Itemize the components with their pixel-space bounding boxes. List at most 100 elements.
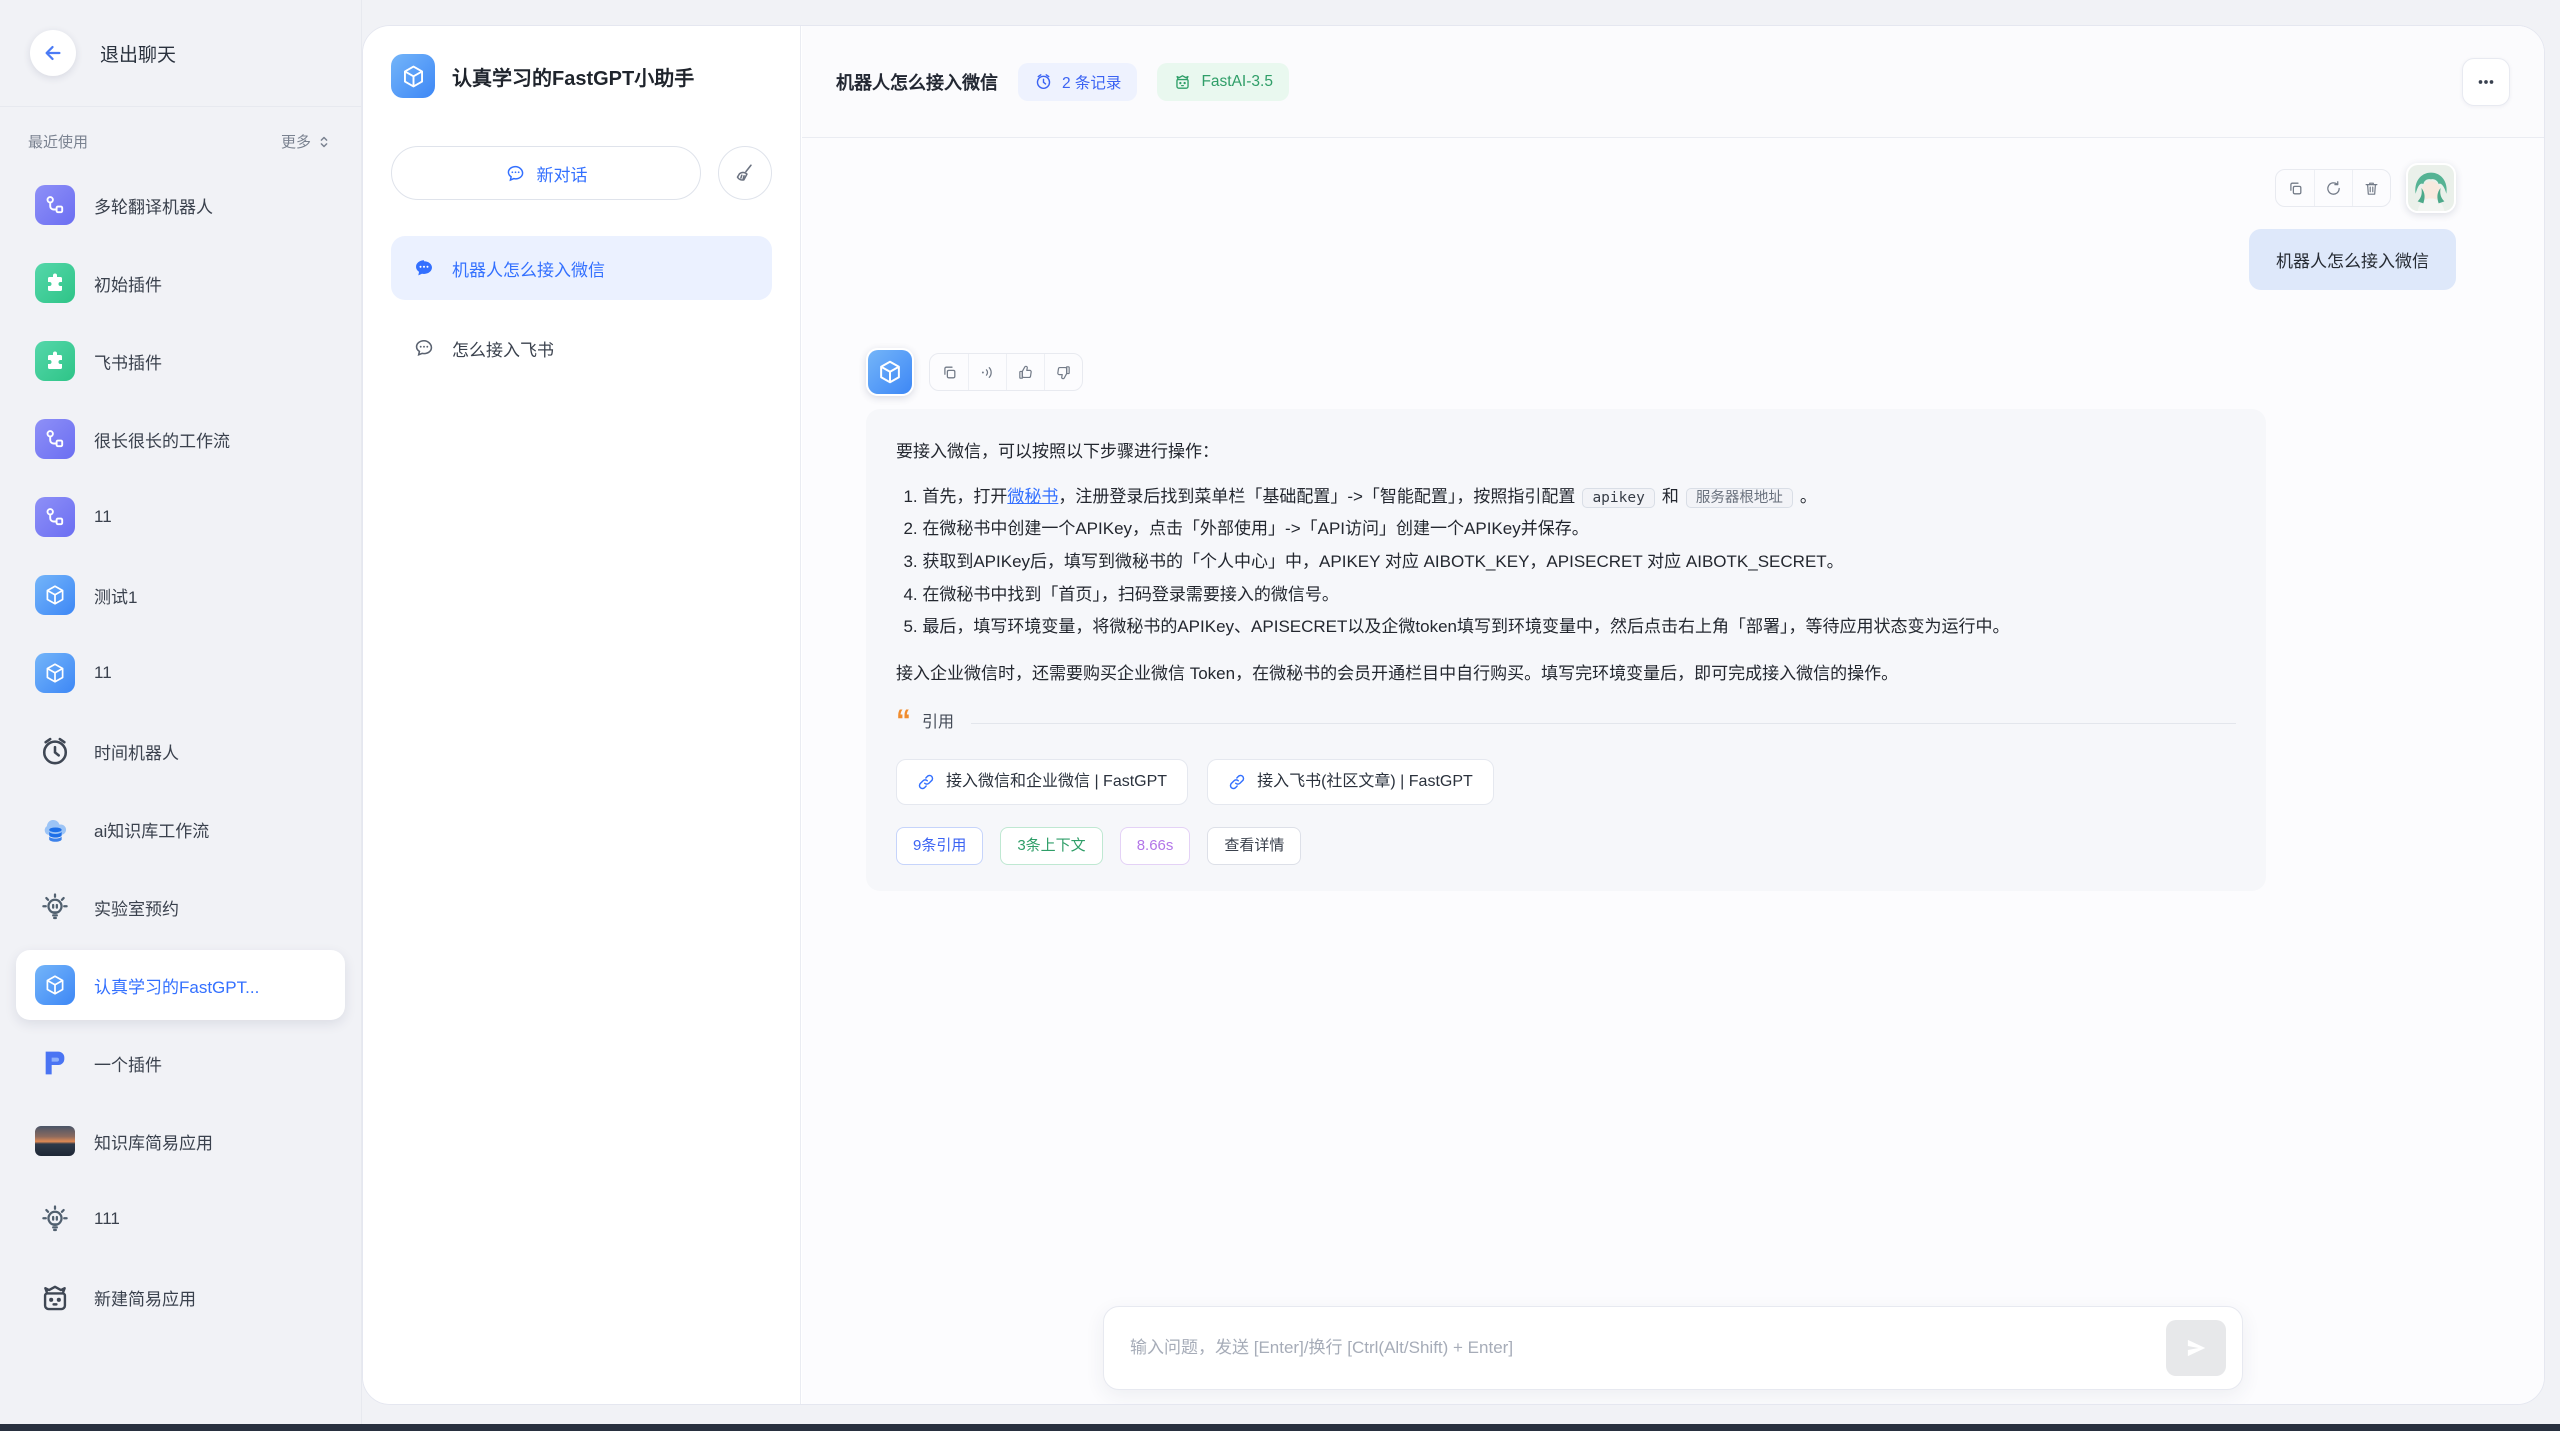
delete-button[interactable] (2352, 170, 2390, 206)
sidebar-item-11a[interactable]: 11 (16, 482, 345, 552)
cube-icon (868, 350, 912, 394)
quote-label: 引用 (922, 708, 954, 739)
dislike-button[interactable] (1044, 354, 1082, 390)
quote-divider (971, 723, 2236, 724)
step-item: 首先，打开微秘书，注册登录后找到菜单栏「基础配置」->「智能配置」，按照指引配置… (922, 481, 2236, 514)
sidebar-item-kb-workflow[interactable]: ai知识库工作流 (16, 794, 345, 864)
quote-header: “ 引用 (896, 708, 2236, 739)
sidebar-item-111[interactable]: 111 (16, 1184, 345, 1254)
clock-icon (1034, 72, 1053, 91)
copy-icon (2287, 180, 2304, 197)
app-logo-cube-icon (391, 54, 435, 98)
sidebar-header: 退出聊天 (0, 0, 361, 107)
back-arrow-icon (42, 42, 64, 64)
sidebar-item-lab-booking[interactable]: 实验室预约 (16, 872, 345, 942)
app-item-label: 11 (94, 507, 112, 527)
cloud-database-icon (35, 809, 75, 849)
history-item-wechat[interactable]: 机器人怎么接入微信 (391, 236, 772, 300)
response-meta-row: 9条引用 3条上下文 8.66s 查看详情 (896, 827, 2236, 865)
sidebar-item-new-simple-app[interactable]: 新建简易应用 (16, 1262, 345, 1332)
retry-button[interactable] (2314, 170, 2352, 206)
clear-history-button[interactable] (718, 146, 772, 200)
citation-link-feishu[interactable]: 接入飞书(社区文章) | FastGPT (1207, 759, 1494, 805)
chat-history-panel: 认真学习的FastGPT小助手 新对话 机器人怎么接入微信 怎么接入飞书 (363, 26, 801, 1404)
app-item-label: 飞书插件 (94, 349, 162, 374)
cube-icon (35, 965, 75, 1005)
recent-apps-list: 多轮翻译机器人 初始插件 飞书插件 很长很长的工作流 11 测试1 11 时间机… (0, 164, 361, 1346)
context-count-badge[interactable]: 3条上下文 (1000, 827, 1102, 865)
assistant-avatar (866, 348, 914, 396)
workflow-icon (35, 497, 75, 537)
app-sidebar: 退出聊天 最近使用 更多 多轮翻译机器人 初始插件 飞书插件 很长很长的工作流 … (0, 0, 362, 1424)
more-button[interactable]: 更多 (281, 131, 333, 152)
paragraph: 接入企业微信时，还需要购买企业微信 Token，在微秘书的会员开通栏目中自行购买… (896, 658, 2236, 691)
exit-chat-label: 退出聊天 (100, 40, 176, 67)
tts-button[interactable] (968, 354, 1006, 390)
wemeet-link[interactable]: 微秘书 (1007, 487, 1058, 506)
sidebar-item-test1[interactable]: 测试1 (16, 560, 345, 630)
copy-button[interactable] (930, 354, 968, 390)
thumbs-up-icon (1017, 364, 1034, 381)
citation-link-wechat[interactable]: 接入微信和企业微信 | FastGPT (896, 759, 1188, 805)
assistant-card: 要接入微信，可以按照以下步骤进行操作： 首先，打开微秘书，注册登录后找到菜单栏「… (866, 409, 2266, 891)
app-item-label: 11 (94, 663, 112, 683)
app-item-label: 初始插件 (94, 271, 162, 296)
intro-text: 要接入微信，可以按照以下步骤进行操作： (896, 436, 2236, 469)
workflow-icon (35, 419, 75, 459)
lightbulb-icon (35, 1199, 75, 1239)
history-item-feishu[interactable]: 怎么接入飞书 (391, 316, 772, 380)
user-message: 机器人怎么接入微信 (866, 153, 2480, 290)
cube-icon (35, 575, 75, 615)
copy-button[interactable] (2276, 170, 2314, 206)
sidebar-item-fastgpt-assistant[interactable]: 认真学习的FastGPT... (16, 950, 345, 1020)
back-button[interactable] (30, 30, 76, 76)
chat-header: 机器人怎么接入微信 2 条记录 FastAI-3.5 (802, 26, 2544, 138)
sidebar-item-kb-simple-app[interactable]: 知识库简易应用 (16, 1106, 345, 1176)
user-message-toolbar (2275, 169, 2391, 207)
sidebar-item-init-plugin[interactable]: 初始插件 (16, 248, 345, 318)
user-avatar (2406, 163, 2456, 213)
steps-list: 首先，打开微秘书，注册登录后找到菜单栏「基础配置」->「智能配置」，按照指引配置… (896, 481, 2236, 644)
step-item: 最后，填写环境变量，将微秘书的APIKey、APISECRET以及企微token… (922, 611, 2236, 644)
more-options-button[interactable] (2462, 58, 2510, 106)
cube-icon (35, 653, 75, 693)
sidebar-item-11b[interactable]: 11 (16, 638, 345, 708)
records-badge: 2 条记录 (1018, 63, 1137, 101)
app-item-label: 111 (94, 1209, 120, 1229)
link-icon (917, 773, 935, 791)
app-title: 认真学习的FastGPT小助手 (452, 62, 694, 91)
chat-messages: 机器人怎么接入微信 要接入微信，可以按照以下步骤进行操作： (802, 139, 2544, 1404)
history-item-label: 机器人怎么接入微信 (452, 256, 605, 281)
photo-thumbnail (35, 1126, 75, 1156)
sidebar-item-long-workflow[interactable]: 很长很长的工作流 (16, 404, 345, 474)
assistant-message-toolbar (929, 353, 1083, 391)
copy-icon (941, 364, 958, 381)
chat-bubble-filled-icon (413, 257, 435, 279)
more-label: 更多 (281, 131, 311, 152)
view-details-button[interactable]: 查看详情 (1207, 827, 1301, 865)
app-item-label: 认真学习的FastGPT... (94, 973, 259, 998)
message-input[interactable] (1130, 1338, 2166, 1358)
send-button[interactable] (2166, 1320, 2226, 1376)
link-icon (1228, 773, 1246, 791)
history-item-label: 怎么接入飞书 (452, 336, 554, 361)
puzzle-icon (35, 341, 75, 381)
sidebar-item-translate-bot[interactable]: 多轮翻译机器人 (16, 170, 345, 240)
inline-code-apikey: apikey (1582, 488, 1654, 508)
sidebar-item-feishu-plugin[interactable]: 飞书插件 (16, 326, 345, 396)
quotes-count-badge[interactable]: 9条引用 (896, 827, 983, 865)
message-input-bar (1103, 1306, 2243, 1390)
send-icon (2183, 1335, 2209, 1361)
app-item-label: ai知识库工作流 (94, 817, 209, 842)
quote-icon: “ (896, 716, 911, 732)
sidebar-item-time-bot[interactable]: 时间机器人 (16, 716, 345, 786)
puzzle-icon (35, 263, 75, 303)
citations-row: 接入微信和企业微信 | FastGPT 接入飞书(社区文章) | FastGPT (896, 759, 2236, 805)
step-item: 获取到APIKey后，填写到微秘书的「个人中心」中，APIKEY 对应 AIBO… (922, 546, 2236, 579)
duration-badge: 8.66s (1120, 827, 1191, 865)
app-item-label: 新建简易应用 (94, 1285, 196, 1310)
chat-bubble-icon (505, 163, 526, 184)
sidebar-item-one-plugin[interactable]: 一个插件 (16, 1028, 345, 1098)
like-button[interactable] (1006, 354, 1044, 390)
new-chat-button[interactable]: 新对话 (391, 146, 701, 200)
